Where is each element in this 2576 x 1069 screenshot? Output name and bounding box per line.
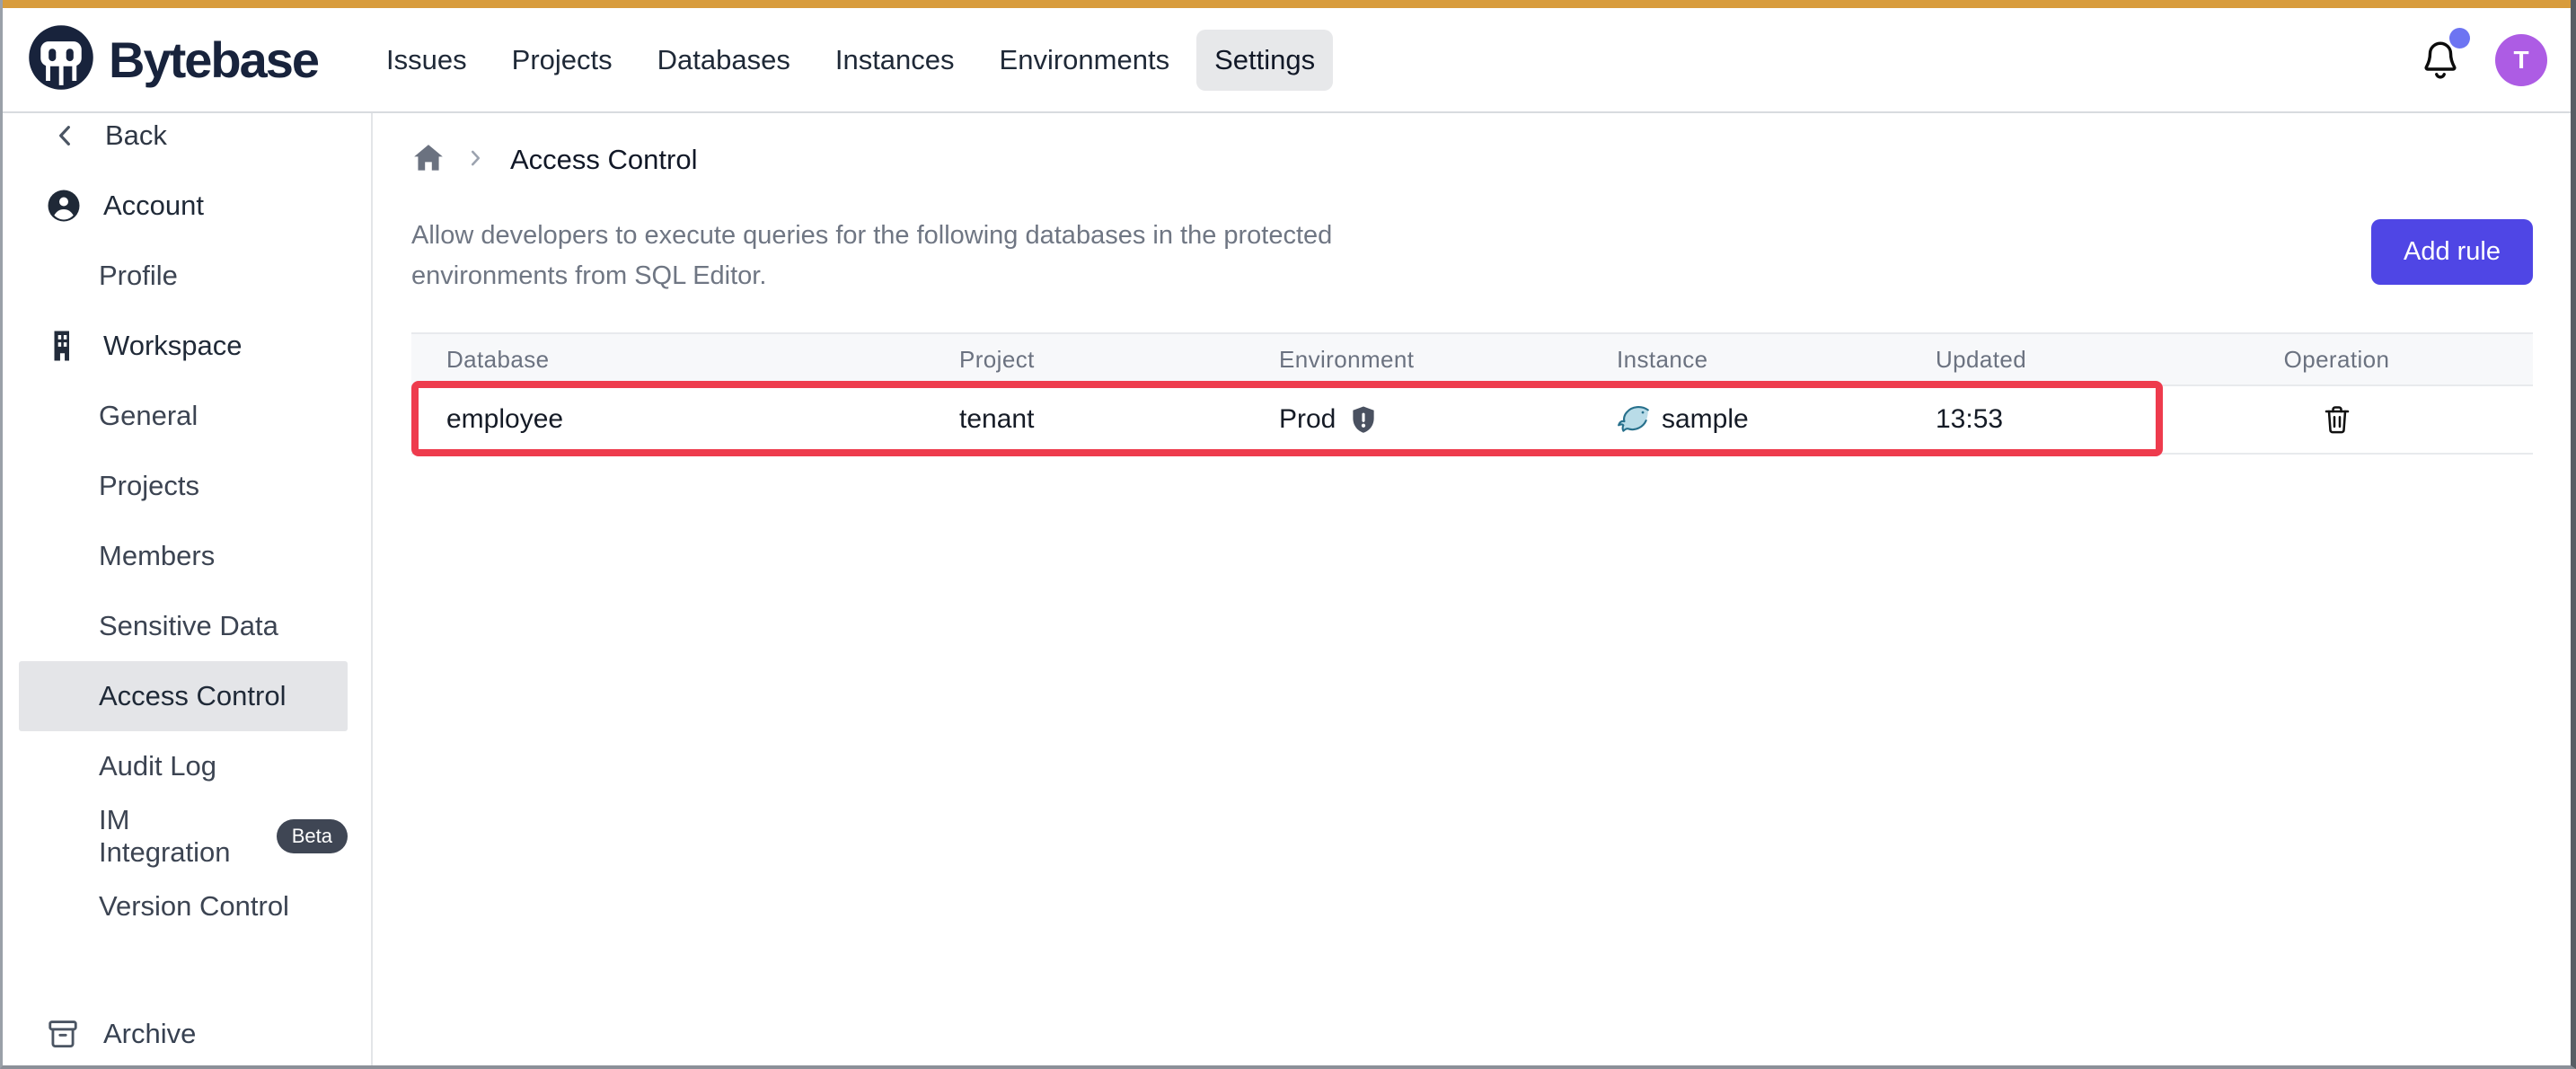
bell-icon	[2420, 70, 2461, 85]
col-header-project: Project	[924, 346, 1244, 374]
col-header-database: Database	[411, 346, 924, 374]
delete-rule-button[interactable]	[2321, 403, 2353, 436]
sidebar-item-sensitive-data[interactable]: Sensitive Data	[19, 591, 348, 661]
im-integration-label: IM Integration	[99, 804, 260, 869]
cell-database: employee	[411, 404, 924, 435]
instance-label: sample	[1662, 404, 1749, 435]
archive-box-icon	[46, 1017, 82, 1051]
cell-operation	[2219, 403, 2533, 436]
back-label: Back	[105, 119, 167, 152]
nav-environments[interactable]: Environments	[982, 30, 1188, 91]
nav-settings[interactable]: Settings	[1196, 30, 1333, 91]
sidebar-back-button[interactable]: Back	[3, 113, 371, 171]
archive-label: Archive	[103, 1018, 196, 1050]
chevron-left-icon	[48, 121, 84, 150]
nav-instances[interactable]: Instances	[817, 30, 973, 91]
breadcrumb-current: Access Control	[510, 144, 697, 176]
col-header-environment: Environment	[1244, 346, 1582, 374]
settings-sidebar: Back Account Profile	[3, 113, 373, 1065]
home-icon[interactable]	[411, 141, 446, 180]
sidebar-item-projects[interactable]: Projects	[19, 451, 348, 521]
page-body: Back Account Profile	[3, 113, 2571, 1065]
cell-instance: sample	[1582, 404, 1901, 435]
sidebar-item-audit-log[interactable]: Audit Log	[19, 731, 348, 801]
add-rule-button[interactable]: Add rule	[2371, 219, 2533, 285]
mysql-dolphin-icon	[1617, 404, 1651, 435]
sidebar-item-general[interactable]: General	[19, 381, 348, 451]
account-section-label: Account	[103, 190, 204, 222]
sidebar-item-im-integration[interactable]: IM Integration Beta	[19, 801, 348, 871]
header-right: T	[2420, 34, 2547, 86]
top-accent-bar	[3, 0, 2571, 8]
bytebase-logo-icon	[26, 22, 96, 97]
trash-icon	[2321, 403, 2353, 436]
main-content: Access Control Allow developers to execu…	[373, 113, 2571, 1065]
brand-name: Bytebase	[109, 31, 318, 89]
notification-dot	[2449, 28, 2470, 49]
description-row: Allow developers to execute queries for …	[411, 216, 2533, 296]
sidebar-section-workspace: Workspace	[3, 311, 371, 381]
sidebar-item-profile[interactable]: Profile	[19, 241, 348, 311]
main-nav: Issues Projects Databases Instances Envi…	[368, 30, 1333, 91]
sidebar-item-access-control[interactable]: Access Control	[19, 661, 348, 731]
sidebar-section-account: Account	[3, 171, 371, 241]
cell-environment: Prod	[1244, 404, 1582, 435]
shield-exclamation-icon	[1348, 404, 1379, 435]
beta-badge: Beta	[277, 819, 348, 853]
breadcrumb: Access Control	[411, 140, 2533, 180]
bytebase-logo[interactable]: Bytebase	[26, 22, 318, 97]
workspace-section-label: Workspace	[103, 330, 243, 362]
breadcrumb-chevron-icon	[463, 146, 487, 174]
col-header-updated: Updated	[1901, 346, 2219, 374]
col-header-operation: Operation	[2219, 346, 2533, 374]
page-description: Allow developers to execute queries for …	[411, 216, 1435, 296]
col-header-instance: Instance	[1582, 346, 1901, 374]
notification-bell-button[interactable]	[2420, 39, 2461, 82]
sidebar-item-version-control[interactable]: Version Control	[19, 871, 348, 941]
top-navbar: Bytebase Issues Projects Databases Insta…	[3, 8, 2571, 113]
cell-project: tenant	[924, 404, 1244, 435]
nav-databases[interactable]: Databases	[640, 30, 808, 91]
user-circle-icon	[46, 188, 82, 224]
access-control-table: Database Project Environment Instance Up…	[411, 332, 2533, 455]
sidebar-item-members[interactable]: Members	[19, 521, 348, 591]
nav-issues[interactable]: Issues	[368, 30, 485, 91]
environment-label: Prod	[1279, 404, 1336, 435]
avatar[interactable]: T	[2495, 34, 2547, 86]
table-row: employee tenant Prod sa	[411, 386, 2533, 455]
sidebar-item-archive[interactable]: Archive	[46, 1017, 196, 1051]
cell-updated: 13:53	[1901, 404, 2219, 435]
building-icon	[46, 328, 82, 364]
table-header-row: Database Project Environment Instance Up…	[411, 332, 2533, 386]
nav-projects[interactable]: Projects	[494, 30, 631, 91]
